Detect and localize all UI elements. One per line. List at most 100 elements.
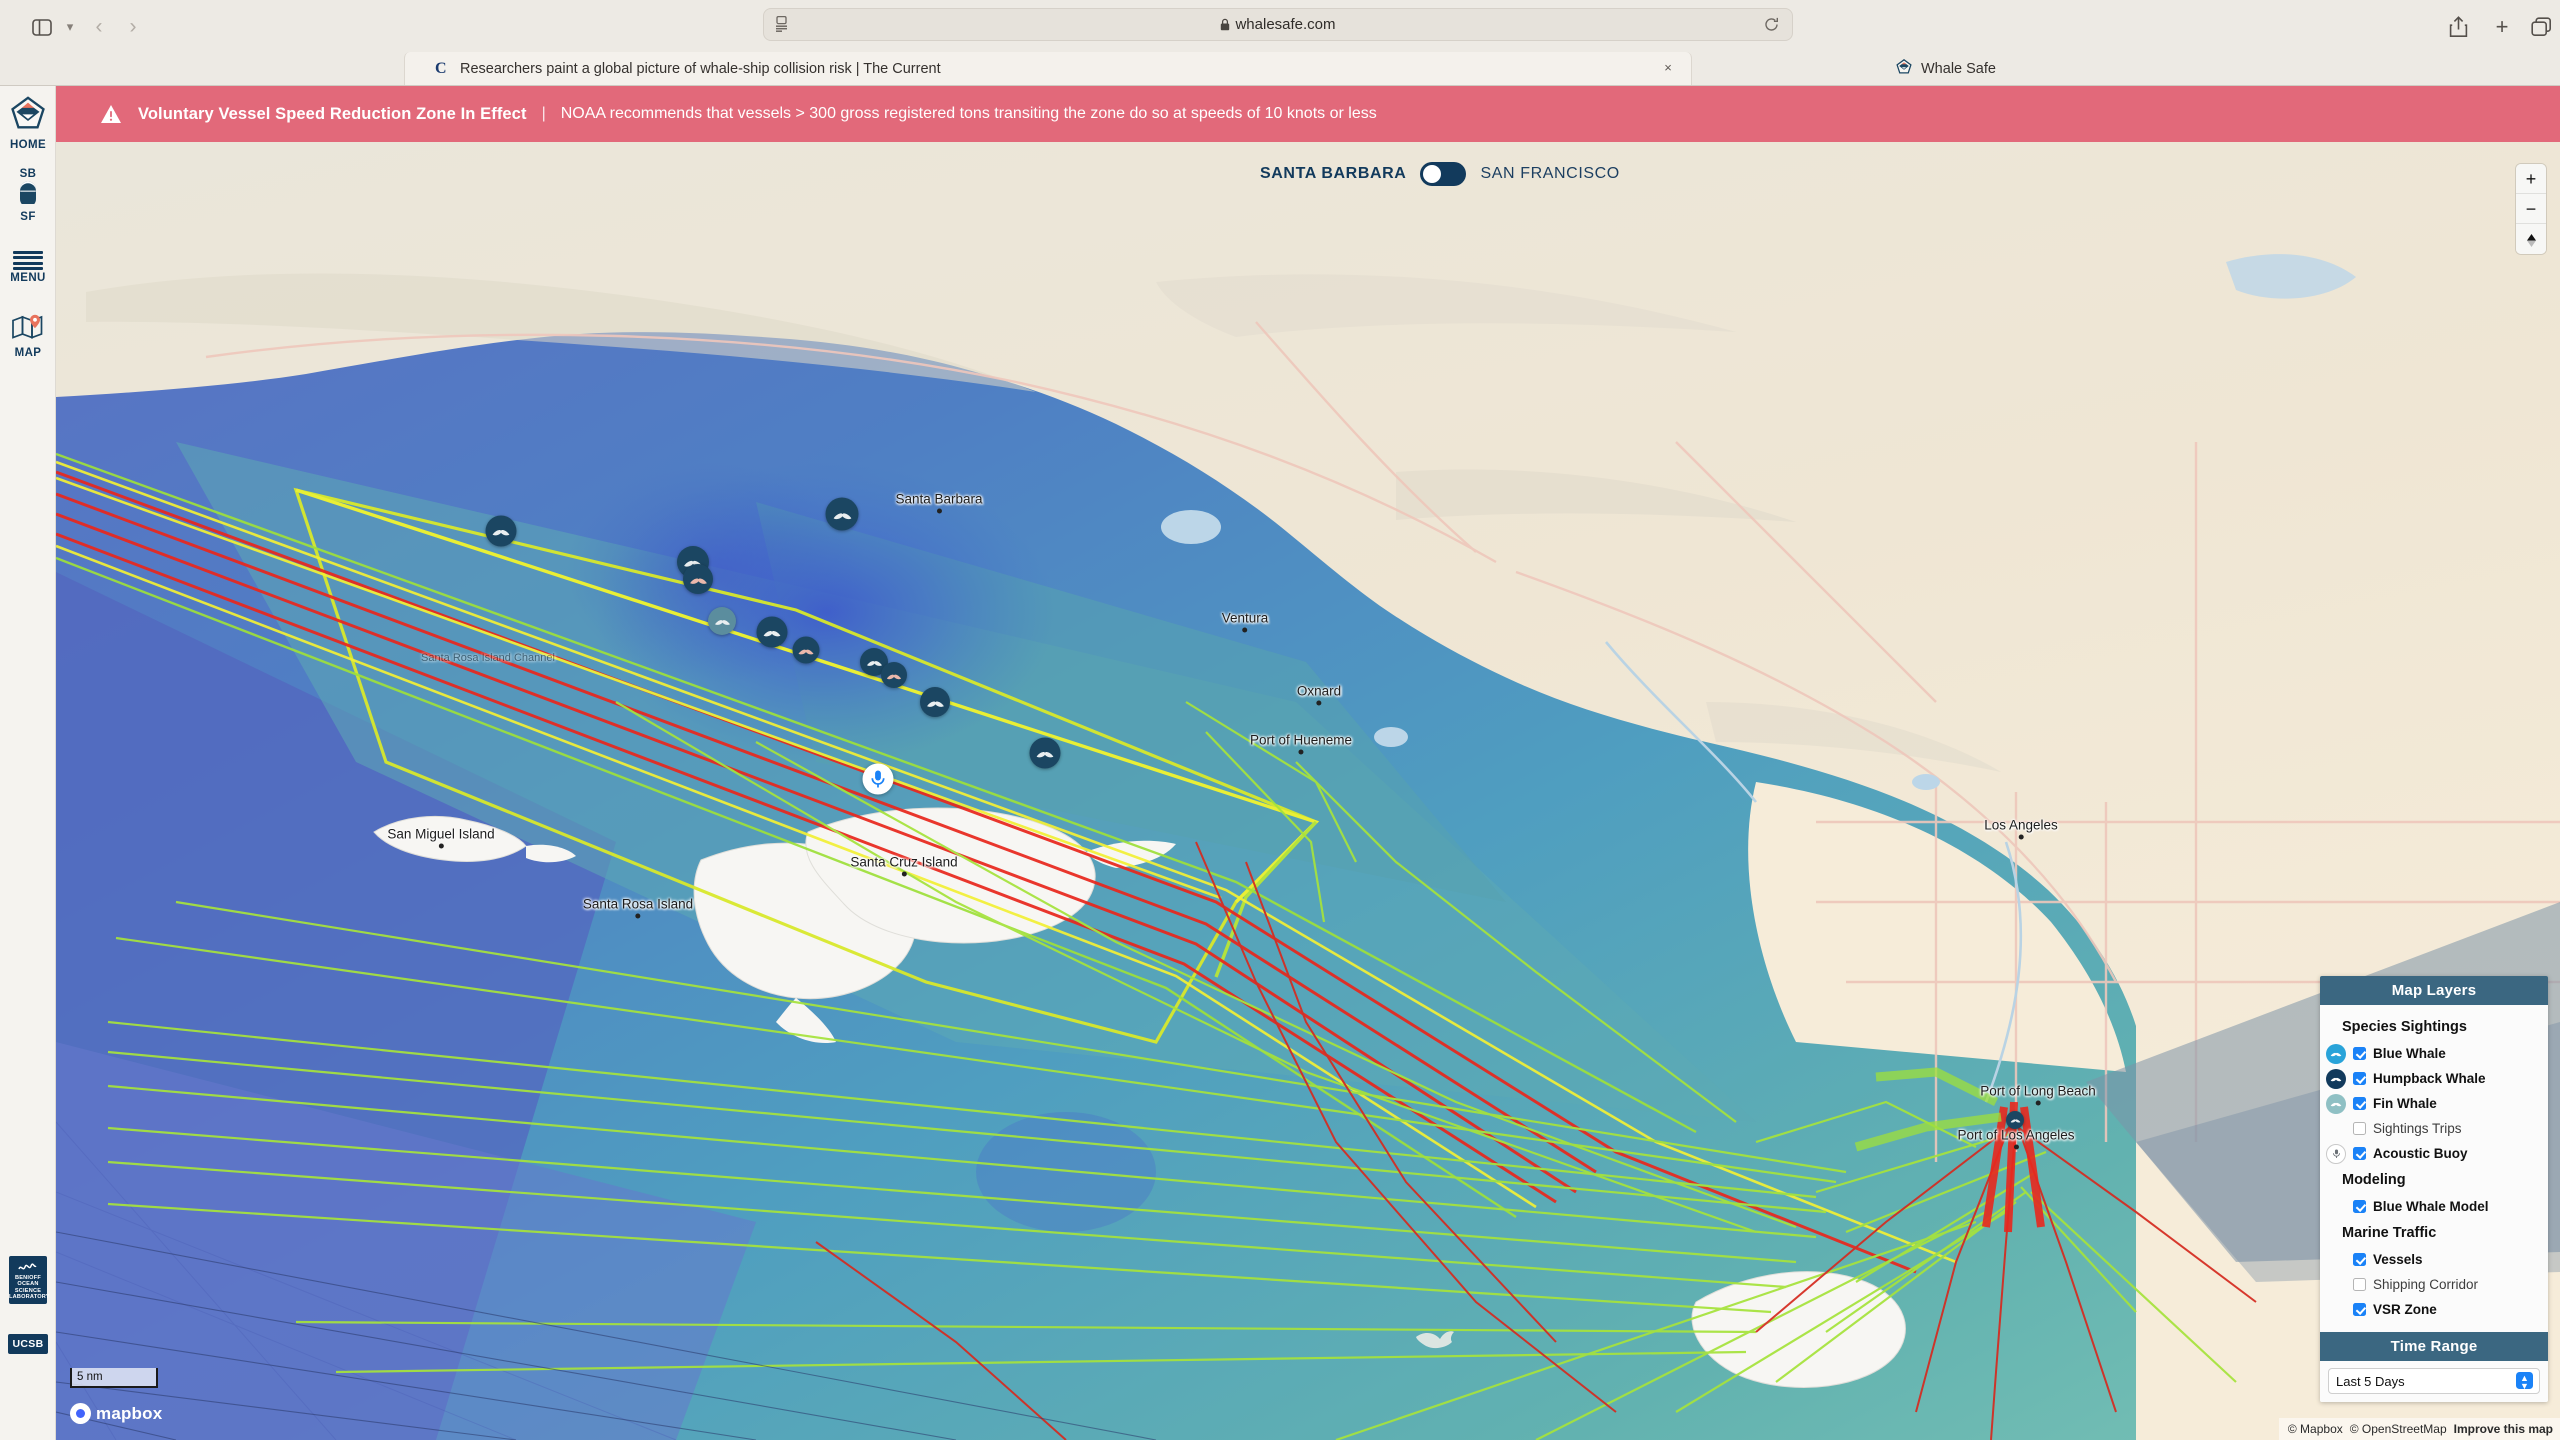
attribution-mapbox[interactable]: © Mapbox [2288, 1422, 2343, 1436]
layer-label-humpback-whale: Humpback Whale [2373, 1071, 2486, 1086]
attribution-openstreetmap[interactable]: © OpenStreetMap [2350, 1422, 2447, 1436]
tab-overview-icon[interactable] [2529, 14, 2553, 40]
map-attribution[interactable]: © Mapbox © OpenStreetMap Improve this ma… [2278, 1418, 2560, 1440]
microphone-icon [871, 770, 885, 788]
chevron-down-icon[interactable]: ▾ [62, 14, 78, 40]
region-switch-knob [1423, 165, 1442, 183]
layer-label-shipping-corridor: Shipping Corridor [2373, 1277, 2479, 1292]
sidebar-item-home[interactable]: HOME [0, 96, 56, 151]
layer-row-humpback-whale[interactable]: Humpback Whale [2320, 1066, 2548, 1091]
layer-row-sightings-trips[interactable]: Sightings Trips [2320, 1116, 2548, 1141]
map-layers-header: Map Layers [2320, 976, 2548, 1005]
whale-fluke-icon [2326, 1068, 2346, 1089]
reader-view-icon[interactable] [775, 15, 789, 34]
compass-icon[interactable] [2516, 224, 2546, 254]
whale-fluke-icon [2326, 1093, 2346, 1114]
layer-checkbox-shipping-corridor[interactable] [2353, 1278, 2366, 1291]
tab-close-icon[interactable]: × [1661, 61, 1675, 75]
region-switch[interactable] [1420, 162, 1467, 186]
tab-title: Researchers paint a global picture of wh… [460, 60, 941, 77]
time-range-header: Time Range [2320, 1332, 2548, 1361]
region-label-santa-barbara[interactable]: SANTA BARBARA [1260, 165, 1406, 183]
layer-checkbox-sightings-trips[interactable] [2353, 1122, 2366, 1135]
time-range-section: Last 24 HoursLast 5 DaysLast 7 DaysLast … [2320, 1361, 2548, 1402]
region-label-san-francisco[interactable]: SAN FRANCISCO [1480, 165, 1619, 183]
whale-fluke-icon [2330, 1102, 2342, 1107]
layer-group-title-marine-traffic: Marine Traffic [2342, 1225, 2437, 1241]
reload-icon[interactable] [1764, 17, 1780, 33]
layer-row-blue-whale-model[interactable]: Blue Whale Model [2320, 1194, 2548, 1219]
whale-sighting-marker[interactable] [756, 616, 788, 648]
map-layers-body: Species Sightings Blue Whale Humpback Whal… [2320, 1005, 2548, 1332]
app-shell: HOME SB SF MENU MAP BENIOFF OCEAN SCIENC… [0, 86, 2560, 1440]
benioff-ocean-science-laboratory-logo[interactable]: BENIOFF OCEAN SCIENCE LABORATORY [0, 1256, 56, 1304]
layer-row-acoustic-buoy[interactable]: Acoustic Buoy [2320, 1141, 2548, 1166]
tab-strip: C Researchers paint a global picture of … [0, 52, 2560, 85]
back-button[interactable]: ‹ [86, 14, 112, 40]
tab-title: Whale Safe [1921, 60, 1996, 77]
layer-checkbox-blue-whale[interactable] [2353, 1047, 2366, 1060]
layer-checkbox-acoustic-buoy[interactable] [2353, 1147, 2366, 1160]
region-toggle[interactable]: SANTA BARBARA SAN FRANCISCO [1260, 162, 1620, 186]
whale-sighting-marker[interactable] [1029, 737, 1061, 769]
map-pin-icon [11, 314, 45, 344]
forward-button[interactable]: › [120, 14, 146, 40]
whale-safe-shield-icon [1896, 58, 1912, 79]
mapbox-logo[interactable]: mapbox [70, 1403, 162, 1424]
browser-tab-whale-safe[interactable]: Whale Safe [1862, 52, 2292, 85]
whale-fluke-icon [714, 620, 730, 625]
sidebar-item-label: MENU [10, 272, 46, 284]
vsr-alert-banner: Voluntary Vessel Speed Reduction Zone In… [56, 86, 2560, 142]
sidebar-item-label: HOME [9, 139, 47, 151]
time-range-select[interactable]: Last 24 HoursLast 5 DaysLast 7 DaysLast … [2328, 1368, 2540, 1394]
whale-sighting-marker[interactable] [485, 515, 517, 547]
map-zoom-controls[interactable]: + − [2516, 164, 2546, 254]
map-layers-panel[interactable]: Map Layers Species Sightings Blue Whale Hu… [2320, 976, 2548, 1402]
layer-row-blue-whale[interactable]: Blue Whale [2320, 1041, 2548, 1066]
zoom-in-button[interactable]: + [2516, 164, 2546, 194]
layer-checkbox-blue-whale-model[interactable] [2353, 1200, 2366, 1213]
layer-row-shipping-corridor[interactable]: Shipping Corridor [2320, 1272, 2548, 1297]
new-tab-button[interactable]: + [2490, 14, 2514, 40]
sidebar-item-menu[interactable]: MENU [0, 251, 56, 284]
zoom-out-button[interactable]: − [2516, 194, 2546, 224]
whale-sighting-marker[interactable] [881, 662, 907, 688]
acoustic-buoy-marker[interactable] [862, 763, 894, 795]
sidebar-item-label: MAP [14, 347, 42, 359]
sidebar-toggle-icon[interactable] [30, 14, 54, 40]
whale-fluke-icon [866, 661, 882, 666]
sidebar-region-sf-label: SF [20, 211, 36, 223]
alert-divider: | [541, 105, 546, 122]
layer-row-fin-whale[interactable]: Fin Whale [2320, 1091, 2548, 1116]
map-canvas[interactable] [56, 142, 2560, 1440]
address-bar[interactable]: whalesafe.com [763, 8, 1793, 41]
map-scale-bar: 5 nm [70, 1368, 158, 1388]
whale-fluke-icon [2330, 1052, 2342, 1057]
ucsb-logo[interactable]: UCSB [0, 1334, 56, 1354]
whale-sighting-marker[interactable] [2006, 1111, 2024, 1129]
whale-sighting-marker[interactable] [920, 687, 950, 717]
tab-favicon-icon: C [435, 59, 447, 77]
layer-checkbox-vessels[interactable] [2353, 1253, 2366, 1266]
layer-checkbox-humpback-whale[interactable] [2353, 1072, 2366, 1085]
map-viewport[interactable]: Santa Barbara Ventura Oxnard Port of Huenem… [56, 142, 2560, 1440]
layer-checkbox-fin-whale[interactable] [2353, 1097, 2366, 1110]
improve-this-map-link[interactable]: Improve this map [2454, 1422, 2553, 1436]
whale-sighting-marker[interactable] [792, 636, 820, 664]
layer-row-vsr-zone[interactable]: VSR Zone [2320, 1297, 2548, 1322]
browser-tab-active[interactable]: C Researchers paint a global picture of … [404, 52, 1692, 85]
whale-fluke-icon [2010, 1119, 2020, 1123]
whale-sighting-marker[interactable] [825, 497, 859, 531]
sidebar-item-region-toggle[interactable]: SB SF [0, 166, 56, 223]
whale-sighting-marker[interactable] [683, 564, 713, 594]
layer-label-acoustic-buoy: Acoustic Buoy [2373, 1146, 2468, 1161]
share-icon[interactable] [2446, 14, 2470, 40]
hamburger-icon [13, 251, 43, 270]
whale-fluke-icon [2330, 1077, 2342, 1082]
layer-row-vessels[interactable]: Vessels [2320, 1247, 2548, 1272]
whale-sighting-marker[interactable] [708, 607, 736, 635]
sidebar-item-map[interactable]: MAP [0, 314, 56, 359]
benioff-line4: LABORATORY [9, 1294, 50, 1301]
layer-group-title-species-sightings: Species Sightings [2342, 1019, 2467, 1035]
layer-checkbox-vsr-zone[interactable] [2353, 1303, 2366, 1316]
